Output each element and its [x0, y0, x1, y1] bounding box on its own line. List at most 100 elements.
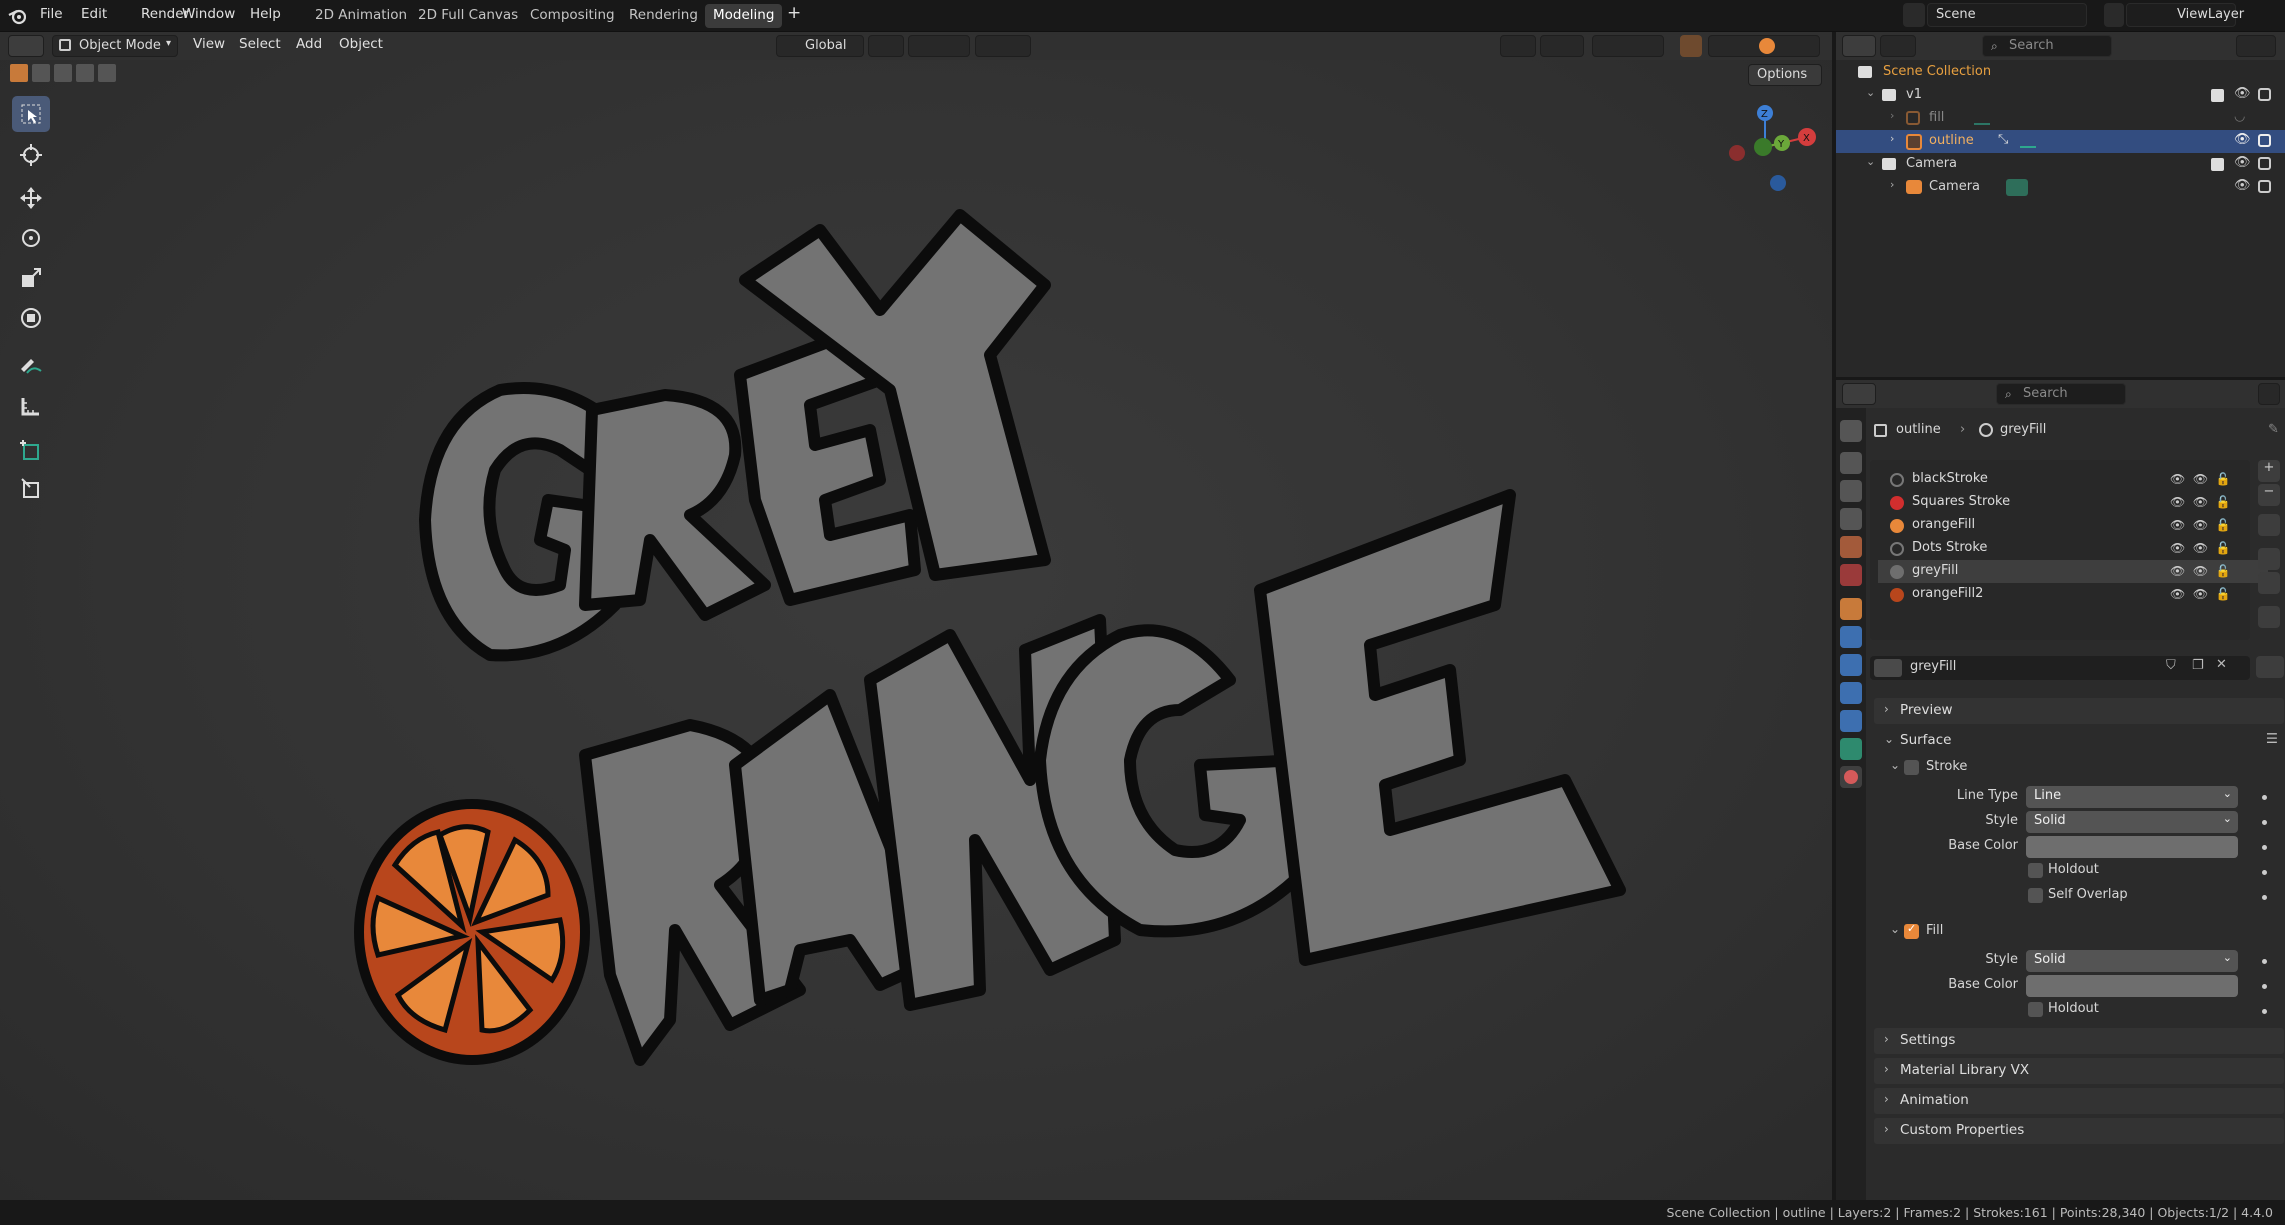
section-material-library[interactable]: › Material Library VX [1874, 1058, 2284, 1084]
blender-logo-icon[interactable] [8, 7, 26, 25]
outliner-row-camera-collection[interactable]: ⌄ Camera 👁 [1836, 153, 2285, 176]
fill-style-dropdown[interactable]: Solid ⌄ [2026, 950, 2238, 972]
chevron-right-icon[interactable]: › [1890, 178, 1894, 191]
tab-physics[interactable] [1840, 682, 1862, 704]
visibility-button[interactable] [1500, 35, 1536, 57]
pivot-point-button[interactable] [868, 35, 904, 57]
section-animation[interactable]: › Animation [1874, 1088, 2284, 1114]
chevron-right-icon[interactable]: › [1890, 132, 1894, 145]
browse-material-button[interactable] [2256, 656, 2284, 678]
move-slot-down-button[interactable] [2258, 572, 2280, 594]
lock-button[interactable] [2258, 606, 2280, 628]
outliner-row-camera[interactable]: › Camera 👁 [1836, 176, 2285, 199]
menu-view[interactable]: View [193, 36, 225, 52]
mode-dropdown[interactable]: Object Mode ▾ [52, 35, 178, 57]
slot-specials-button[interactable] [2258, 514, 2280, 536]
camera-render-icon[interactable] [2258, 180, 2271, 193]
material-datablock[interactable]: greyFill ⛉ ❐ ✕ [1870, 656, 2250, 680]
outliner-row-scene-collection[interactable]: Scene Collection [1836, 61, 2285, 84]
fill-base-color-swatch[interactable] [2026, 975, 2238, 997]
proportional-editing-button[interactable] [975, 35, 1031, 57]
properties-editor-type[interactable] [1842, 383, 1876, 405]
tab-scene[interactable] [1840, 536, 1862, 558]
keyframe-dot-icon[interactable] [2262, 1009, 2267, 1014]
keyframe-dot-icon[interactable] [2262, 820, 2267, 825]
display-mode-button[interactable] [1880, 35, 1916, 57]
tab-modeling[interactable]: Modeling [705, 4, 783, 28]
eye-icon[interactable]: 👁 [2234, 155, 2251, 170]
section-preview[interactable]: › Preview [1874, 698, 2284, 724]
keyframe-dot-icon[interactable] [2262, 895, 2267, 900]
camera-data-icon[interactable] [2006, 179, 2028, 196]
scene-selector[interactable]: Scene [1927, 3, 2087, 27]
tab-2d-animation[interactable]: 2D Animation [307, 4, 415, 28]
add-workspace-button[interactable]: + [787, 3, 801, 23]
subsection-fill[interactable]: ⌄ ✓ Fill [1890, 922, 2280, 944]
tab-modifiers[interactable] [1840, 626, 1862, 648]
stroke-style-dropdown[interactable]: Solid ⌄ [2026, 811, 2238, 833]
eye-hidden-icon[interactable]: ◡ [2234, 109, 2245, 124]
outliner-row-fill[interactable]: › fill ◡ [1836, 107, 2285, 130]
eye-icon[interactable]: 👁 [2234, 86, 2251, 101]
xray-toggle[interactable] [1680, 35, 1702, 57]
eye-icon[interactable]: 👁 [2234, 132, 2251, 147]
tab-render[interactable] [1840, 452, 1862, 474]
menu-window[interactable]: Window [182, 6, 235, 22]
outliner-row-v1[interactable]: ⌄ v1 👁 [1836, 84, 2285, 107]
tab-world[interactable] [1840, 564, 1862, 586]
scene-type-icon[interactable] [1903, 3, 1925, 27]
snapping-button[interactable] [908, 35, 970, 57]
eye-icon[interactable]: 👁 [2234, 178, 2251, 193]
camera-render-icon[interactable] [2258, 157, 2271, 170]
chevron-down-icon[interactable]: ⌄ [1866, 155, 1875, 168]
tab-constraints[interactable] [1840, 710, 1862, 732]
grease-pencil-artwork[interactable] [0, 60, 1832, 1200]
3d-viewport[interactable]: Options Z Y X [0, 60, 1832, 1200]
remove-slot-button[interactable]: − [2258, 484, 2280, 506]
tab-compositing[interactable]: Compositing [522, 4, 623, 28]
tab-tool[interactable] [1840, 420, 1862, 442]
overlays-button[interactable] [1592, 35, 1664, 57]
gizmo-toggle-button[interactable] [1540, 35, 1584, 57]
unlink-icon[interactable]: ✕ [2216, 657, 2227, 672]
shading-buttons[interactable] [1708, 35, 1820, 57]
fake-user-icon[interactable]: ⛉ [2166, 658, 2176, 673]
pin-icon[interactable]: ✎ [2268, 422, 2279, 437]
gizmo-neg-z-icon[interactable] [1770, 175, 1786, 191]
menu-select[interactable]: Select [239, 36, 281, 52]
filter-button[interactable] [2236, 35, 2276, 57]
menu-file[interactable]: File [40, 6, 63, 22]
section-custom-properties[interactable]: › Custom Properties [1874, 1118, 2284, 1144]
tab-effects[interactable] [1840, 654, 1862, 676]
move-slot-up-button[interactable] [2258, 548, 2280, 570]
outliner-search-input[interactable]: ⌕ Search [1982, 35, 2112, 57]
keyframe-dot-icon[interactable] [2262, 845, 2267, 850]
tab-output[interactable] [1840, 480, 1862, 502]
add-slot-button[interactable]: + [2258, 460, 2280, 482]
checkbox-icon[interactable] [2211, 89, 2224, 102]
list-icon[interactable]: ☰ [2266, 731, 2278, 747]
stroke-checkbox[interactable] [1904, 760, 1919, 775]
properties-search-input[interactable]: ⌕ Search [1996, 383, 2126, 405]
view-layer-selector[interactable]: ViewLayer [2126, 3, 2244, 27]
subsection-stroke[interactable]: ⌄ Stroke [1890, 758, 2280, 780]
keyframe-dot-icon[interactable] [2262, 870, 2267, 875]
stroke-base-color-swatch[interactable] [2026, 836, 2238, 858]
view-layer-icon[interactable] [2104, 3, 2124, 27]
outliner-row-outline[interactable]: › outline ⤡ 👁 [1836, 130, 2285, 153]
gizmo-neg-x-icon[interactable] [1729, 145, 1745, 161]
menu-add[interactable]: Add [296, 36, 322, 52]
section-settings[interactable]: › Settings [1874, 1028, 2284, 1054]
menu-object[interactable]: Object [339, 36, 383, 52]
tab-data[interactable] [1840, 738, 1862, 760]
panel-menu-button[interactable] [2258, 383, 2280, 405]
tab-view-layer[interactable] [1840, 508, 1862, 530]
chevron-right-icon[interactable]: › [1890, 109, 1894, 122]
stroke-holdout-checkbox[interactable] [2028, 863, 2043, 878]
transform-orientation-dropdown[interactable]: Global [776, 35, 864, 57]
keyframe-dot-icon[interactable] [2262, 959, 2267, 964]
tab-2d-full-canvas[interactable]: 2D Full Canvas [410, 4, 526, 28]
menu-edit[interactable]: Edit [81, 6, 107, 22]
chevron-down-icon[interactable]: ⌄ [1866, 86, 1875, 99]
section-surface[interactable]: ⌄ Surface ☰ [1874, 728, 2284, 754]
